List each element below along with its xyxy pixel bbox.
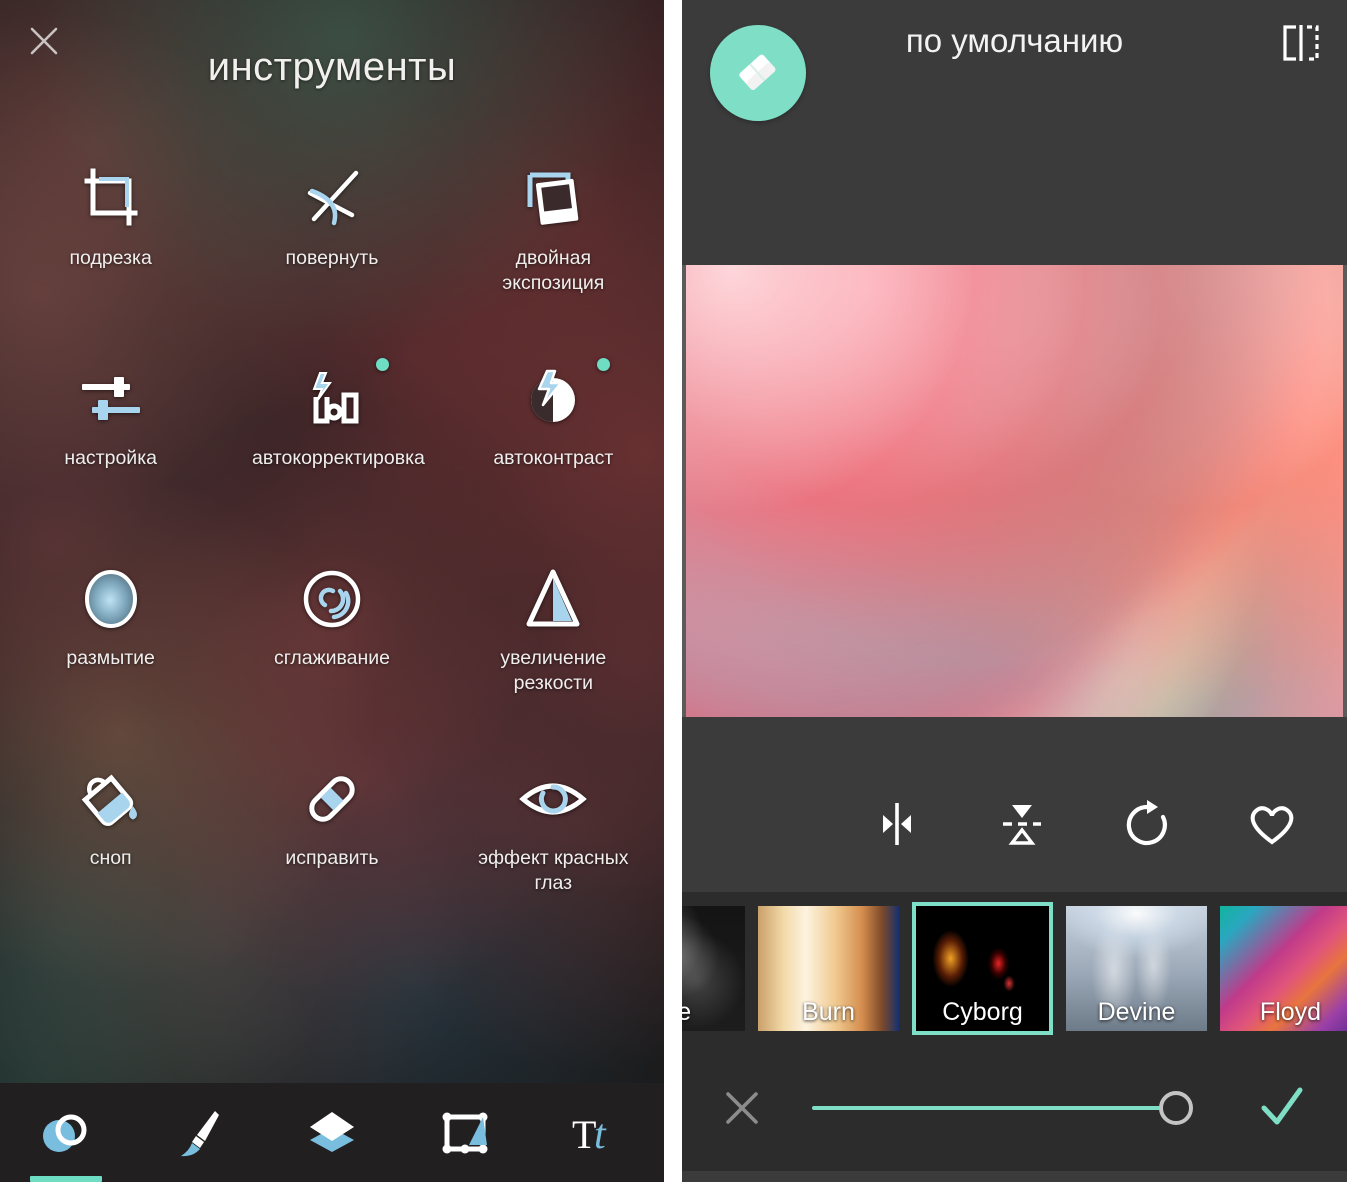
filter-thumb[interactable]: ble	[682, 905, 745, 1031]
tool-adjust[interactable]: настройка	[0, 350, 221, 550]
tool-label: увеличение резкости	[500, 647, 607, 694]
paint-bucket-icon	[76, 764, 146, 834]
slider-track	[812, 1105, 1173, 1110]
tool-smooth[interactable]: сглаживание	[221, 550, 442, 750]
tool-auto-contrast[interactable]: автоконтраст	[443, 350, 664, 550]
tool-crop[interactable]: подрезка	[0, 150, 221, 350]
tool-paint-bucket[interactable]: сноп	[0, 750, 221, 950]
flip-vertical-button[interactable]	[959, 794, 1084, 854]
new-badge-dot	[375, 358, 389, 371]
filter-thumb[interactable]: Burn	[758, 905, 899, 1031]
filter-label: Cyborg	[942, 997, 1023, 1026]
slider-knob[interactable]	[1159, 1090, 1193, 1125]
tab-effects[interactable]	[0, 1083, 133, 1182]
tool-label: автокорректировка	[251, 447, 425, 469]
heart-icon	[1250, 806, 1293, 845]
filter-label: Floyd	[1259, 997, 1322, 1026]
tool-label: подрезка	[69, 247, 152, 269]
tool-double-exposure[interactable]: двойная экспозиция	[443, 150, 664, 350]
crop-icon	[76, 164, 146, 234]
filter-label: ble	[682, 997, 692, 1026]
text-tt-icon: T t	[568, 1105, 628, 1161]
flip-horizontal-icon	[882, 803, 911, 845]
photo-left-border	[682, 265, 686, 717]
adjust-sliders-icon	[76, 364, 146, 434]
rotate-icon	[297, 164, 367, 234]
tool-label: сноп	[89, 847, 132, 869]
overlapping-circles-icon	[36, 1105, 96, 1161]
filter-title: по умолчанию	[905, 22, 1124, 59]
confirm-button[interactable]	[1217, 1084, 1347, 1132]
tool-label: двойная экспозиция	[502, 247, 605, 294]
sharpen-icon	[518, 564, 588, 634]
flip-vertical-icon	[1002, 805, 1041, 845]
close-icon	[726, 1091, 758, 1124]
tool-label: размытие	[66, 647, 155, 669]
app-screenshot: инструменты подрезка повернуть двойная э…	[0, 0, 1347, 1182]
filter-thumb[interactable]: Devine	[1066, 905, 1207, 1031]
tab-frames[interactable]	[398, 1083, 531, 1182]
new-badge-dot	[597, 358, 611, 371]
tool-fix[interactable]: исправить	[221, 750, 442, 950]
tab-layers[interactable]	[266, 1083, 399, 1182]
tool-label: исправить	[285, 847, 379, 869]
paintbrush-icon	[169, 1105, 229, 1161]
filter-label: Devine	[1097, 997, 1176, 1026]
active-tab-indicator	[30, 1176, 103, 1182]
intensity-slider-bar	[682, 1044, 1347, 1171]
blur-icon	[76, 564, 146, 634]
tool-auto-correct[interactable]: автокорректировка	[221, 350, 442, 550]
tool-label: повернуть	[285, 247, 379, 269]
svg-text:t: t	[594, 1112, 607, 1158]
filter-editor-panel: по умолчанию e Burn Cyborg Devine Floyd	[682, 0, 1347, 1182]
photo-preview[interactable]	[682, 265, 1347, 717]
editor-header: по умолчанию	[682, 0, 1347, 265]
bokeh-christmas-lights-photo	[682, 265, 1347, 717]
double-exposure-icon	[518, 164, 588, 234]
frame-icon	[435, 1105, 495, 1161]
photo-right-border	[1343, 265, 1347, 717]
tool-label: настройка	[64, 447, 157, 469]
rotate-cw-icon	[1126, 800, 1167, 846]
layers-diamond-icon	[302, 1105, 362, 1161]
auto-correct-icon	[297, 358, 389, 434]
bandage-fix-icon	[297, 764, 367, 834]
flip-horizontal-button[interactable]	[834, 794, 959, 854]
smooth-icon	[297, 564, 367, 634]
filter-label: Burn	[802, 997, 855, 1026]
red-eye-icon	[518, 764, 588, 834]
favorite-button[interactable]	[1209, 794, 1334, 854]
check-icon	[1261, 1087, 1303, 1124]
tool-red-eye[interactable]: эффект красных глаз	[443, 750, 664, 950]
svg-text:T: T	[572, 1112, 596, 1157]
tools-grid: подрезка повернуть двойная экспозиция на…	[0, 150, 664, 950]
cancel-button[interactable]	[682, 1086, 802, 1130]
filter-thumb-selected[interactable]: Cyborg	[912, 901, 1053, 1035]
tool-rotate[interactable]: повернуть	[221, 150, 442, 350]
tool-sharpen[interactable]: увеличение резкости	[443, 550, 664, 750]
tool-label: сглаживание	[273, 647, 391, 669]
rotate-button[interactable]	[1084, 794, 1209, 854]
tab-brush[interactable]	[133, 1083, 266, 1182]
bottom-tabbar: T t	[0, 1083, 664, 1182]
transform-toolbar	[682, 717, 1347, 892]
tab-text[interactable]: T t	[531, 1083, 664, 1182]
tool-blur[interactable]: размытие	[0, 550, 221, 750]
filter-filmstrip[interactable]: ble Burn Cyborg Devine Floyd	[682, 892, 1347, 1044]
tool-label: эффект красных глаз	[478, 847, 629, 894]
tool-label: автоконтраст	[493, 447, 614, 469]
auto-contrast-icon	[518, 358, 611, 434]
filter-thumb[interactable]: Floyd	[1220, 905, 1347, 1031]
intensity-slider[interactable]	[802, 1088, 1211, 1128]
before-after-compare-icon[interactable]	[1277, 20, 1325, 66]
tools-panel: инструменты подрезка повернуть двойная э…	[0, 0, 664, 1182]
page-title: инструменты	[207, 45, 457, 89]
